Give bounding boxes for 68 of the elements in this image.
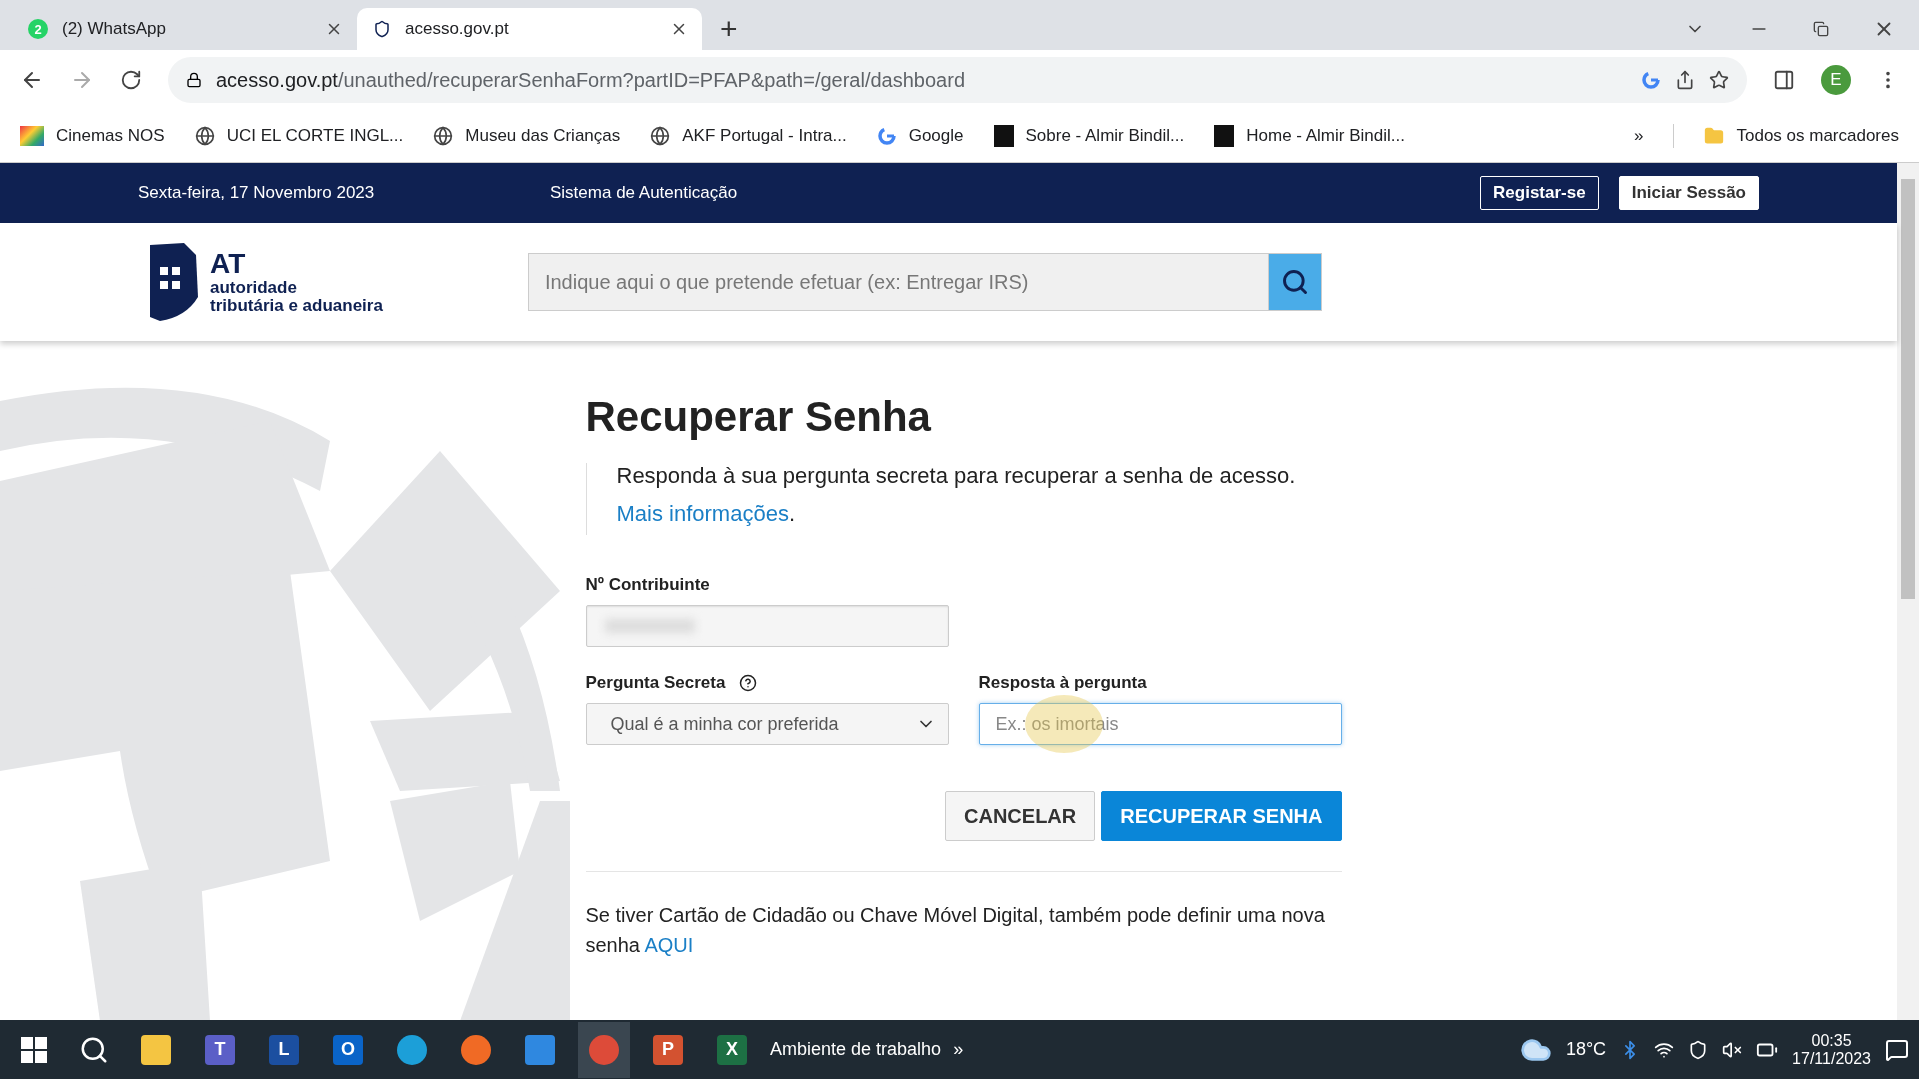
recover-password-button[interactable]: RECUPERAR SENHA <box>1101 791 1342 841</box>
new-tab-button[interactable]: + <box>702 8 756 50</box>
taskbar-app[interactable]: X <box>706 1021 758 1078</box>
site-icon <box>373 20 391 38</box>
all-bookmarks-folder[interactable]: Todos os marcadores <box>1704 126 1899 146</box>
bookmark[interactable]: Home - Almir Bindil... <box>1214 125 1405 147</box>
globe-icon <box>194 126 215 146</box>
address-bar[interactable]: acesso.gov.pt/unauthed/recuperarSenhaForm?partID=PFAP&path=/geral/dashboard <box>168 57 1747 103</box>
page-title: Recuperar Senha <box>585 393 932 441</box>
field-label: Pergunta Secreta <box>585 673 726 693</box>
whatsapp-badge: 2 <box>28 19 48 39</box>
star-icon[interactable] <box>1709 70 1729 90</box>
secret-question-select[interactable]: Qual é a minha cor preferida <box>585 703 949 745</box>
more-bookmarks-button[interactable]: » <box>1634 126 1644 146</box>
logo-text: tributária e aduaneira <box>210 296 383 315</box>
cancel-button[interactable]: CANCELAR <box>945 791 1096 841</box>
footer-text: Se tiver Cartão de Cidadão ou Chave Móvel Digital, também pode definir uma nova senha AQUI <box>585 903 1326 958</box>
google-icon <box>876 126 897 146</box>
field-label: Resposta à pergunta <box>978 673 1148 693</box>
intro-text: Responda à sua pergunta secreta para recuperar a senha de acesso. <box>616 463 1297 489</box>
here-link[interactable]: AQUI <box>644 934 694 956</box>
taskbar-app[interactable]: P <box>642 1021 694 1078</box>
shield-icon[interactable] <box>1688 1039 1709 1060</box>
toolbar-chevron[interactable]: » <box>953 1039 964 1060</box>
scrollbar-thumb[interactable] <box>1901 179 1915 599</box>
mute-icon[interactable] <box>1722 1039 1743 1060</box>
bookmark[interactable]: AKF Portugal - Intra... <box>650 126 847 146</box>
clock[interactable]: 00:35 17/11/2023 <box>1792 1031 1871 1068</box>
help-icon[interactable] <box>739 674 758 692</box>
bookmark[interactable]: Sobre - Almir Bindil... <box>993 125 1185 147</box>
period-text: . <box>788 501 795 526</box>
login-button[interactable]: Iniciar Sessão <box>1618 176 1759 210</box>
taxpayer-number-field[interactable] <box>585 605 949 647</box>
more-info-link[interactable]: Mais informações <box>616 501 789 526</box>
folder-icon <box>1704 126 1725 146</box>
register-button[interactable]: Registar-se <box>1480 176 1599 210</box>
bookmark[interactable]: Google <box>876 126 964 146</box>
profile-avatar[interactable]: E <box>1821 65 1851 95</box>
reload-icon[interactable] <box>120 69 142 91</box>
google-icon[interactable] <box>1641 70 1661 90</box>
taskbar-app[interactable]: L <box>258 1021 310 1078</box>
side-panel-icon[interactable] <box>1773 69 1795 91</box>
search-button[interactable] <box>1267 253 1322 311</box>
taskbar-app[interactable]: T <box>194 1021 246 1078</box>
search-field[interactable]: Indique aqui o que pretende efetuar (ex: Entregar IRS) <box>527 253 1268 311</box>
globe-icon <box>650 126 671 146</box>
taskbar-app[interactable]: O <box>322 1021 374 1078</box>
notifications-icon[interactable] <box>1885 1037 1909 1062</box>
restore-icon[interactable] <box>1813 21 1829 37</box>
system-title: Sistema de Autenticação <box>550 183 738 203</box>
search-icon <box>1280 268 1309 296</box>
browser-tab[interactable]: acesso.gov.pt <box>357 8 702 50</box>
site-icon <box>993 125 1014 147</box>
desktop-toolbar[interactable]: Ambiente de trabalho <box>770 1039 942 1060</box>
browser-tab[interactable]: 2 (2) WhatsApp <box>12 8 357 50</box>
bookmark[interactable]: Cinemas NOS <box>20 126 165 146</box>
lock-icon[interactable] <box>186 72 202 88</box>
logo-title: AT <box>210 249 247 279</box>
logo-text: autoridade <box>210 278 298 297</box>
share-icon[interactable] <box>1675 70 1695 90</box>
bookmark[interactable]: UCI EL CORTE INGL... <box>194 126 404 146</box>
site-icon <box>1214 125 1235 147</box>
site-icon <box>20 126 44 146</box>
current-date: Sexta-feira, 17 Novembro 2023 <box>138 183 376 203</box>
field-label: Nº Contribuinte <box>585 575 711 595</box>
globe-icon <box>433 126 454 146</box>
bookmark[interactable]: Museu das Crianças <box>433 126 621 146</box>
temperature: 18°C <box>1565 1039 1607 1060</box>
